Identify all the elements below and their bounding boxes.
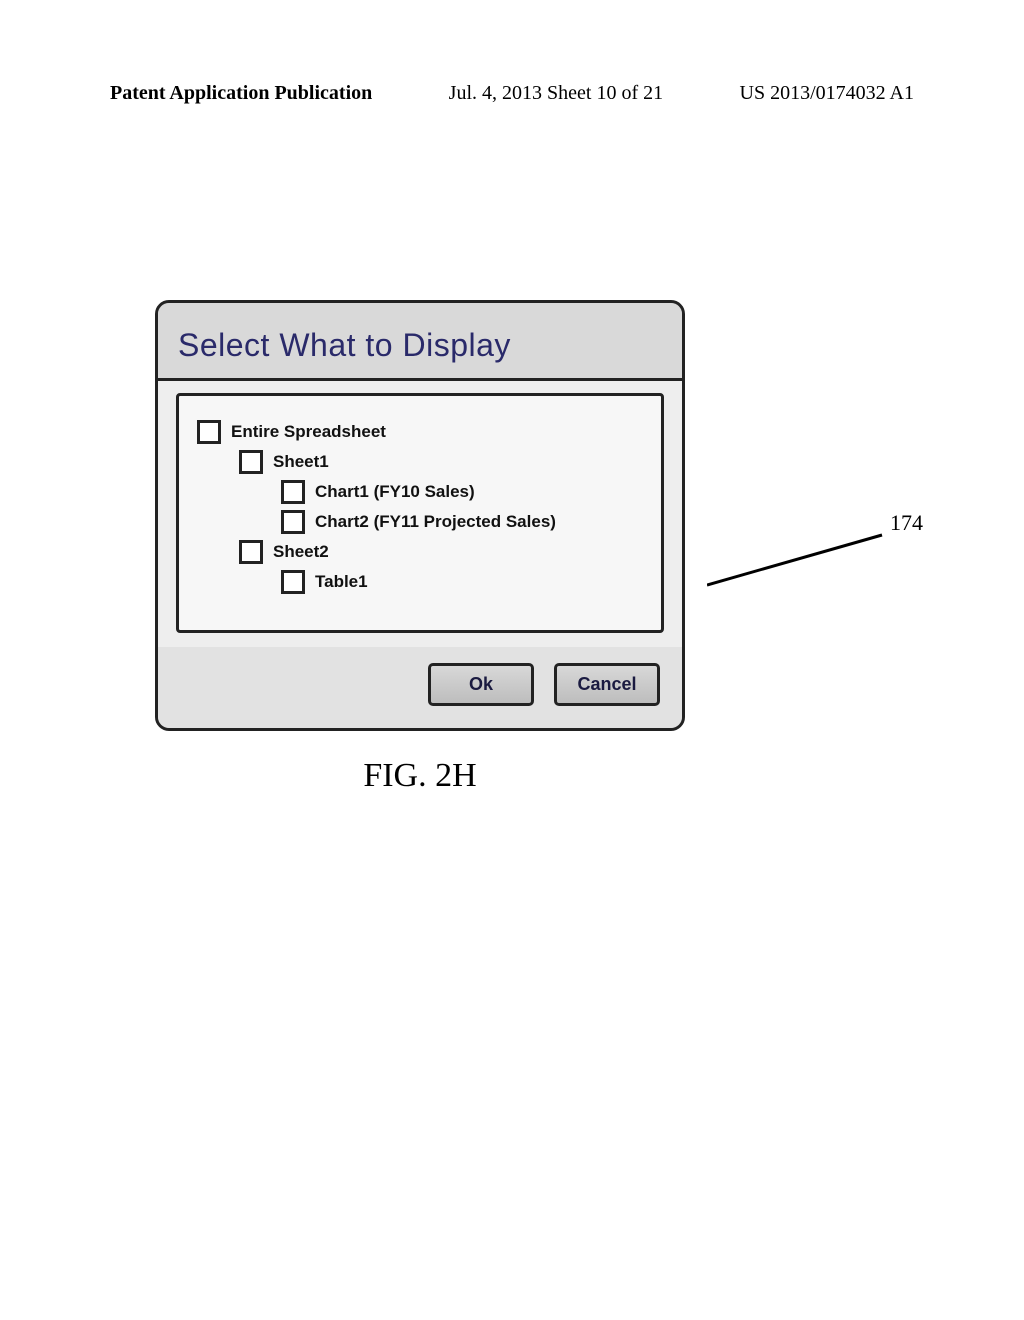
checkbox-icon[interactable] xyxy=(281,570,305,594)
checkbox-icon[interactable] xyxy=(239,540,263,564)
figure-area: Select What to Display Entire Spreadshee… xyxy=(155,300,835,795)
header-patent-id: US 2013/0174032 A1 xyxy=(740,82,914,105)
lead-line-icon xyxy=(707,530,897,590)
tree-label: Sheet2 xyxy=(273,542,329,562)
page: Patent Application Publication Jul. 4, 2… xyxy=(0,0,1024,1320)
checkbox-icon[interactable] xyxy=(197,420,221,444)
ok-button[interactable]: Ok xyxy=(428,663,534,706)
checkbox-icon[interactable] xyxy=(239,450,263,474)
tree-node-chart2[interactable]: Chart2 (FY11 Projected Sales) xyxy=(281,510,643,534)
tree-node-table1[interactable]: Table1 xyxy=(281,570,643,594)
tree-label: Entire Spreadsheet xyxy=(231,422,386,442)
select-display-dialog: Select What to Display Entire Spreadshee… xyxy=(155,300,685,731)
checkbox-icon[interactable] xyxy=(281,480,305,504)
tree-label: Chart1 (FY10 Sales) xyxy=(315,482,475,502)
dialog-footer: Ok Cancel xyxy=(158,647,682,728)
checkbox-tree: Entire Spreadsheet Sheet1 Chart1 (FY10 S… xyxy=(176,393,664,633)
tree-label: Chart2 (FY11 Projected Sales) xyxy=(315,512,556,532)
page-header: Patent Application Publication Jul. 4, 2… xyxy=(110,82,914,105)
checkbox-icon[interactable] xyxy=(281,510,305,534)
callout-line xyxy=(707,530,897,590)
tree-node-sheet1[interactable]: Sheet1 xyxy=(239,450,643,474)
figure-caption: FIG. 2H xyxy=(155,757,685,795)
tree-node-entire-spreadsheet[interactable]: Entire Spreadsheet xyxy=(197,420,643,444)
tree-label: Table1 xyxy=(315,572,368,592)
tree-node-sheet2[interactable]: Sheet2 xyxy=(239,540,643,564)
tree-node-chart1[interactable]: Chart1 (FY10 Sales) xyxy=(281,480,643,504)
dialog-title: Select What to Display xyxy=(158,303,682,381)
tree-label: Sheet1 xyxy=(273,452,329,472)
dialog-body: Entire Spreadsheet Sheet1 Chart1 (FY10 S… xyxy=(158,381,682,647)
header-sheet-info: Jul. 4, 2013 Sheet 10 of 21 xyxy=(449,82,663,105)
reference-number: 174 xyxy=(890,510,923,536)
cancel-button[interactable]: Cancel xyxy=(554,663,660,706)
header-publication: Patent Application Publication xyxy=(110,82,372,105)
